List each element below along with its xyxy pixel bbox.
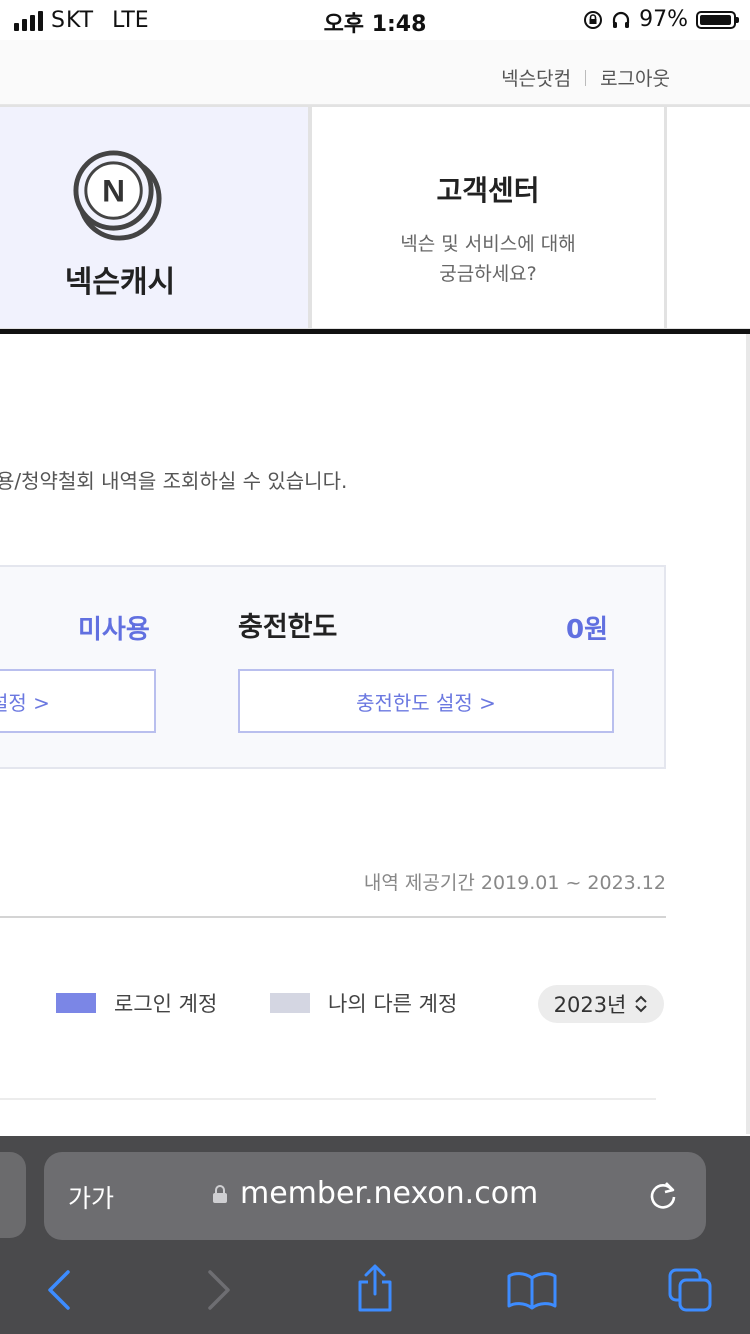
chevron-updown-icon: [635, 995, 648, 1013]
rotation-lock-icon: [584, 10, 603, 29]
battery-icon: [696, 10, 739, 29]
unused-status: 미사용: [78, 615, 150, 645]
customer-center-desc-line2: 궁금하세요?: [439, 263, 537, 285]
nexon-home-link[interactable]: 넥슨닷컴: [501, 64, 571, 91]
cash-info-box: 미사용 충전한도 0원 설정 > 충전한도 설정 >: [0, 565, 666, 769]
top-links-bar: 넥슨닷컴 로그아웃: [0, 40, 750, 106]
legend-label-logged-in: 로그인 계정: [114, 992, 218, 1016]
customer-center-title: 고객센터: [436, 174, 540, 207]
legend-other-account: 나의 다른 계정: [270, 988, 457, 1018]
year-select-value: 2023년: [553, 993, 627, 1017]
bookmarks-icon[interactable]: [506, 1270, 558, 1310]
reload-icon[interactable]: [646, 1178, 680, 1212]
service-cards: N 넥슨캐시 고객센터 넥슨 및 서비스에 대해 궁금하세요?: [0, 105, 750, 330]
top-links: 넥슨닷컴 로그아웃: [501, 64, 670, 91]
previous-tab-preview[interactable]: [0, 1152, 26, 1238]
status-bar: SKT LTE 오후 1:48 97%: [0, 0, 750, 40]
status-right: 97%: [583, 7, 739, 32]
divider: [0, 1098, 656, 1100]
year-select[interactable]: 2023년: [538, 985, 664, 1023]
intro-text: 용/청약철회 내역을 조회하실 수 있습니다.: [0, 469, 348, 493]
battery-percent: 97%: [639, 7, 688, 32]
customer-center-card[interactable]: 고객센터 넥슨 및 서비스에 대해 궁금하세요?: [310, 105, 666, 330]
nexon-cash-card[interactable]: N 넥슨캐시: [0, 105, 310, 330]
legend-swatch-logged-in: [56, 993, 96, 1013]
customer-center-desc-line1: 넥슨 및 서비스에 대해: [400, 233, 576, 255]
legend-logged-in: 로그인 계정: [56, 988, 217, 1018]
url-display[interactable]: member.nexon.com: [212, 1176, 538, 1211]
share-icon[interactable]: [354, 1264, 396, 1314]
section-divider: [0, 329, 750, 334]
headphones-icon: [612, 11, 630, 28]
lock-icon: [213, 1184, 227, 1203]
link-divider: [585, 69, 587, 86]
back-icon[interactable]: [44, 1268, 74, 1312]
charge-limit-settings-button[interactable]: 충전한도 설정 >: [238, 669, 614, 733]
browser-toolbar: 가가 member.nexon.com: [0, 1136, 750, 1334]
charge-limit-label: 충전한도: [238, 612, 338, 643]
legend-swatch-other: [270, 993, 310, 1013]
nexon-coin-icon: N: [73, 150, 162, 241]
tabs-icon[interactable]: [666, 1266, 714, 1314]
logout-link[interactable]: 로그아웃: [600, 64, 670, 91]
forward-icon[interactable]: [204, 1268, 234, 1312]
charge-limit-value: 0원: [565, 615, 608, 645]
history-period: 내역 제공기간 2019.01 ~ 2023.12: [363, 872, 666, 894]
nexon-cash-label: 넥슨캐시: [64, 265, 176, 300]
content-edge: [746, 334, 750, 1134]
legend-label-other: 나의 다른 계정: [328, 992, 458, 1016]
divider: [0, 916, 666, 918]
svg-text:N: N: [102, 172, 125, 208]
text-size-button[interactable]: 가가: [68, 1179, 114, 1215]
customer-center-desc: 넥슨 및 서비스에 대해 궁금하세요?: [312, 229, 664, 289]
settings-button-partial[interactable]: 설정 >: [0, 669, 156, 733]
next-card-partial[interactable]: [665, 105, 750, 330]
url-text: member.nexon.com: [240, 1176, 539, 1211]
address-bar[interactable]: 가가 member.nexon.com: [44, 1152, 706, 1240]
